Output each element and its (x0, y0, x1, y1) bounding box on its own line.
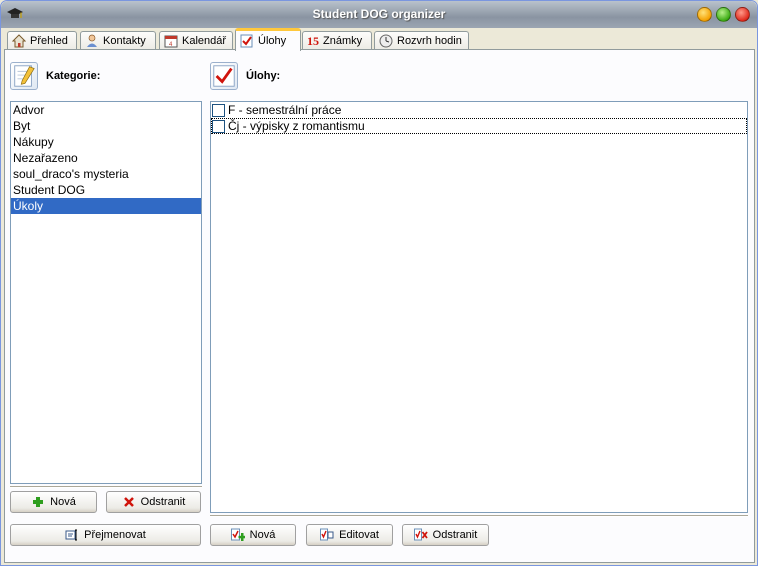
task-check-icon (210, 62, 238, 90)
tab-label: Kalendář (182, 35, 227, 47)
button-label: Odstranit (140, 496, 186, 508)
window-title: Student DOG organizer (312, 7, 446, 21)
task-remove-icon (413, 528, 428, 541)
task-checkbox[interactable] (212, 103, 225, 117)
calendar-icon: 4 (164, 35, 178, 48)
category-item[interactable]: Nákupy (11, 134, 201, 150)
category-item[interactable]: Student DOG (11, 182, 201, 198)
title-bar[interactable]: Student DOG organizer (1, 1, 757, 28)
close-button[interactable] (735, 7, 750, 22)
tasks-label: Úlohy: (246, 70, 281, 82)
button-label: Nová (249, 529, 276, 541)
categories-label: Kategorie: (46, 70, 101, 82)
task-checkbox[interactable] (212, 119, 225, 133)
tab-label: Známky (323, 35, 363, 47)
button-label: Přejmenovat (84, 529, 146, 541)
task-edit-icon (320, 528, 334, 541)
plus-icon (33, 497, 44, 507)
notepad-pencil-icon (10, 62, 38, 90)
categories-header: Kategorie: (10, 62, 100, 90)
task-text: Čj - výpisky z romantismu (228, 119, 365, 133)
clock-icon (379, 34, 393, 48)
task-text: F - semestrální práce (228, 103, 342, 117)
category-item[interactable]: Advor (11, 102, 201, 118)
grades-icon: 15 (307, 34, 319, 48)
tab-kontakty[interactable]: Kontakty (80, 31, 156, 50)
categories-list[interactable]: Advor Byt Nákupy Nezařazeno soul_draco's… (10, 101, 202, 484)
x-icon (123, 497, 134, 507)
left-separator (10, 486, 202, 488)
tab-znamky[interactable]: 15 Známky (302, 31, 372, 50)
tasks-header: Úlohy: (210, 62, 280, 90)
rename-icon (65, 529, 78, 541)
right-separator (210, 515, 748, 517)
edit-task-button[interactable]: Editovat (306, 524, 393, 546)
tasks-panel: Kategorie: Advor Byt Nákupy Nezařazeno s… (4, 49, 755, 563)
tab-rozvrh-hodin[interactable]: Rozvrh hodin (374, 31, 469, 50)
contacts-icon (87, 34, 97, 47)
task-add-icon (230, 528, 245, 541)
remove-category-button[interactable]: Odstranit (106, 491, 201, 513)
tab-label: Rozvrh hodin (397, 35, 462, 47)
button-label: Odstranit (432, 529, 478, 541)
tab-label: Přehled (30, 35, 68, 47)
home-icon (12, 34, 26, 48)
category-item-selected[interactable]: Úkoly (11, 198, 201, 214)
tasks-list[interactable]: F - semestrální práce Čj - výpisky z rom… (210, 101, 748, 513)
new-task-button[interactable]: Nová (210, 524, 296, 546)
category-item[interactable]: Nezařazeno (11, 150, 201, 166)
button-label: Nová (50, 496, 76, 508)
category-item[interactable]: Byt (11, 118, 201, 134)
tab-label: Úlohy (258, 35, 287, 47)
task-item[interactable]: Čj - výpisky z romantismu (211, 118, 747, 134)
tab-ulohy[interactable]: Úlohy (235, 28, 301, 51)
rename-category-button[interactable]: Přejmenovat (10, 524, 201, 546)
tab-label: Kontakty (103, 35, 146, 47)
task-check-icon (240, 34, 253, 48)
tab-kalendar[interactable]: 4 Kalendář (159, 31, 233, 50)
button-label: Editovat (339, 529, 379, 541)
remove-task-button[interactable]: Odstranit (402, 524, 489, 546)
tab-strip: Přehled Kontakty 4 Kalendář Úlohy 15 Zná… (1, 28, 757, 51)
app-window: Student DOG organizer Přehled Kontakty 4 (0, 0, 758, 566)
new-category-button[interactable]: Nová (10, 491, 97, 513)
tab-prehled[interactable]: Přehled (7, 31, 77, 50)
minimize-button[interactable] (697, 7, 712, 22)
task-item[interactable]: F - semestrální práce (211, 102, 747, 118)
category-item[interactable]: soul_draco's mysteria (11, 166, 201, 182)
maximize-button[interactable] (716, 7, 731, 22)
